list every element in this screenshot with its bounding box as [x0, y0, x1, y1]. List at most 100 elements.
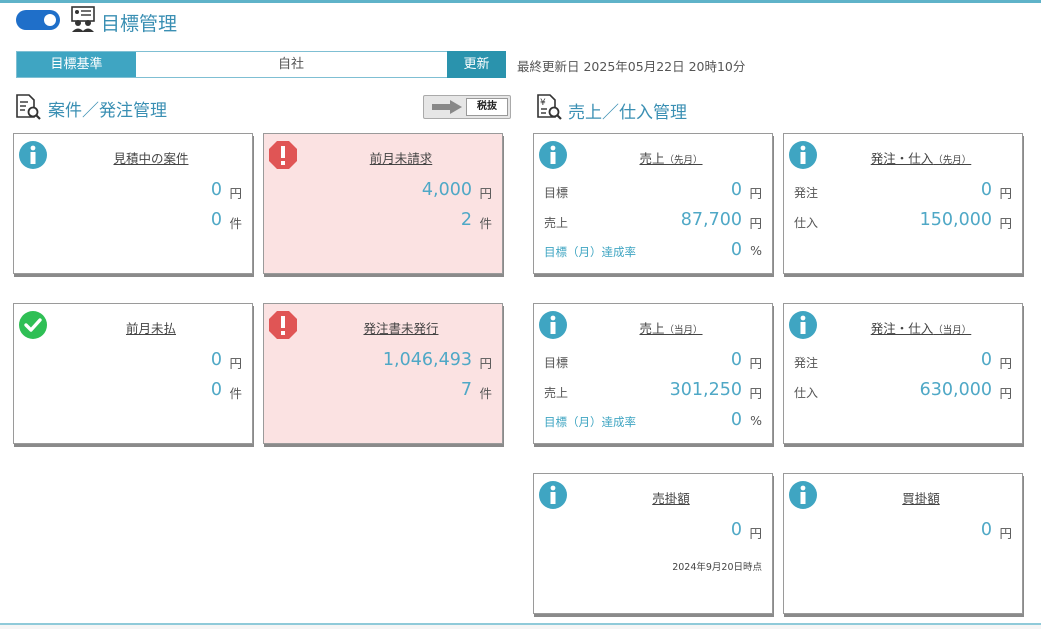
rate-row: 目標（月）達成率 0 % — [534, 240, 774, 262]
percent-unit: % — [750, 243, 762, 258]
percent-unit: % — [750, 413, 762, 428]
yen-unit: 円 — [749, 186, 762, 201]
card-receivable[interactable]: 売掛額 0 円 2024年9月20日時点 — [533, 473, 773, 614]
card-title[interactable]: 売上（先月） — [576, 148, 766, 167]
info-icon — [789, 311, 817, 339]
rate-row: 目標（月）達成率 0 % — [534, 410, 774, 432]
card-title[interactable]: 売掛額 — [576, 488, 766, 507]
tax-toggle-button[interactable]: 税抜 — [423, 95, 511, 119]
card-payable[interactable]: 買掛額 0 円 — [783, 473, 1023, 614]
card-title[interactable]: 発注・仕入（先月） — [826, 148, 1016, 167]
as-of-date: 2024年9月20日時点 — [672, 562, 762, 573]
target-label: 目標 — [544, 356, 569, 370]
order-value: 0 — [980, 350, 992, 370]
card-title[interactable]: 前月未払 — [56, 318, 246, 337]
yen-unit: 円 — [999, 526, 1012, 541]
card-title[interactable]: 発注書未発行 — [306, 318, 496, 337]
info-icon — [789, 141, 817, 169]
sales-label: 売上 — [544, 216, 569, 230]
card-period: （当月） — [933, 325, 972, 336]
sales-value: 87,700 — [680, 210, 742, 230]
card-title-text: 発注・仕入 — [870, 151, 934, 166]
section-title-orders: 案件／発注管理 — [48, 101, 167, 121]
svg-text:¥: ¥ — [540, 98, 546, 108]
count-value: 7 — [460, 380, 472, 400]
count-unit: 件 — [479, 216, 492, 231]
card-title[interactable]: 買掛額 — [826, 488, 1016, 507]
card-purchase-prev[interactable]: 発注・仕入（先月） 発注 0 円 仕入 150,000 円 — [783, 133, 1023, 274]
card-purchase-current[interactable]: 発注・仕入（当月） 発注 0 円 仕入 630,000 円 — [783, 303, 1023, 444]
purchase-row: 仕入 630,000 円 — [784, 380, 1024, 402]
card-estimating[interactable]: 見積中の案件 0 円 0 件 — [13, 133, 253, 274]
sales-row: 売上 87,700 円 — [534, 210, 774, 232]
purchase-row: 仕入 150,000 円 — [784, 210, 1024, 232]
purchase-value: 630,000 — [919, 380, 992, 400]
count-unit: 件 — [479, 386, 492, 401]
card-title-text: 売上 — [639, 321, 665, 336]
yen-unit: 円 — [999, 356, 1012, 371]
target-value: 0 — [730, 350, 742, 370]
rate-label: 目標（月）達成率 — [544, 245, 636, 259]
check-circle-icon — [19, 311, 47, 339]
card-title[interactable]: 発注・仕入（当月） — [826, 318, 1016, 337]
card-sales-prev[interactable]: 売上（先月） 目標 0 円 売上 87,700 円 目標（月）達成率 0 % — [533, 133, 773, 274]
target-basis-label: 目標基準 — [17, 52, 136, 77]
card-period: （先月） — [664, 155, 703, 166]
target-label: 目標 — [544, 186, 569, 200]
card-unpaid[interactable]: 前月未払 0 円 0 件 — [13, 303, 253, 444]
update-button[interactable]: 更新 — [447, 51, 506, 78]
count-unit: 件 — [229, 216, 242, 231]
alert-octagon-icon — [269, 311, 297, 339]
document-search-icon — [16, 94, 41, 120]
count-value: 0 — [210, 210, 222, 230]
order-label: 発注 — [794, 186, 819, 200]
count-row: 0 件 — [14, 210, 254, 232]
rate-value: 0 — [730, 240, 742, 260]
info-icon — [539, 481, 567, 509]
yen-document-icon: ¥ — [537, 94, 562, 120]
card-title[interactable]: 見積中の案件 — [56, 148, 246, 167]
amount-value: 0 — [730, 520, 742, 540]
card-title-text: 売上 — [639, 151, 665, 166]
card-title[interactable]: 売上（当月） — [576, 318, 766, 337]
amount-row: 0 円 — [14, 350, 254, 372]
page-title: 目標管理 — [101, 13, 178, 35]
amount-value: 0 — [210, 180, 222, 200]
tax-label: 税抜 — [466, 98, 508, 116]
card-sales-current[interactable]: 売上（当月） 目標 0 円 売上 301,250 円 目標（月）達成率 0 % — [533, 303, 773, 444]
order-row: 発注 0 円 — [784, 180, 1024, 202]
info-icon — [539, 311, 567, 339]
sales-row: 売上 301,250 円 — [534, 380, 774, 402]
card-unbilled[interactable]: 前月未請求 4,000 円 2 件 — [263, 133, 503, 274]
yen-unit: 円 — [229, 186, 242, 201]
target-row: 目標 0 円 — [534, 350, 774, 372]
yen-unit: 円 — [749, 386, 762, 401]
amount-value: 4,000 — [421, 180, 472, 200]
footer-band — [0, 625, 1041, 629]
amount-value: 0 — [210, 350, 222, 370]
order-row: 発注 0 円 — [784, 350, 1024, 372]
target-basis-select[interactable]: 自社 — [136, 52, 446, 77]
count-unit: 件 — [229, 386, 242, 401]
card-po-unissued[interactable]: 発注書未発行 1,046,493 円 7 件 — [263, 303, 503, 444]
card-period: （当月） — [664, 325, 703, 336]
amount-row: 0 円 — [784, 520, 1024, 542]
info-icon — [539, 141, 567, 169]
last-updated-text: 最終更新日 2025年05月22日 20時10分 — [517, 59, 746, 74]
count-value: 0 — [210, 380, 222, 400]
count-row: 0 件 — [14, 380, 254, 402]
yen-unit: 円 — [999, 216, 1012, 231]
count-row: 2 件 — [264, 210, 504, 232]
info-icon — [789, 481, 817, 509]
amount-row: 4,000 円 — [264, 180, 504, 202]
count-value: 2 — [460, 210, 472, 230]
target-basis-filter: 目標基準 自社 — [16, 51, 506, 78]
yen-unit: 円 — [749, 216, 762, 231]
arrow-right-icon — [432, 100, 462, 114]
card-title[interactable]: 前月未請求 — [306, 148, 496, 167]
users-board-icon — [71, 6, 95, 32]
view-toggle[interactable] — [16, 10, 60, 30]
yen-unit: 円 — [999, 186, 1012, 201]
rate-value: 0 — [730, 410, 742, 430]
yen-unit: 円 — [479, 356, 492, 371]
